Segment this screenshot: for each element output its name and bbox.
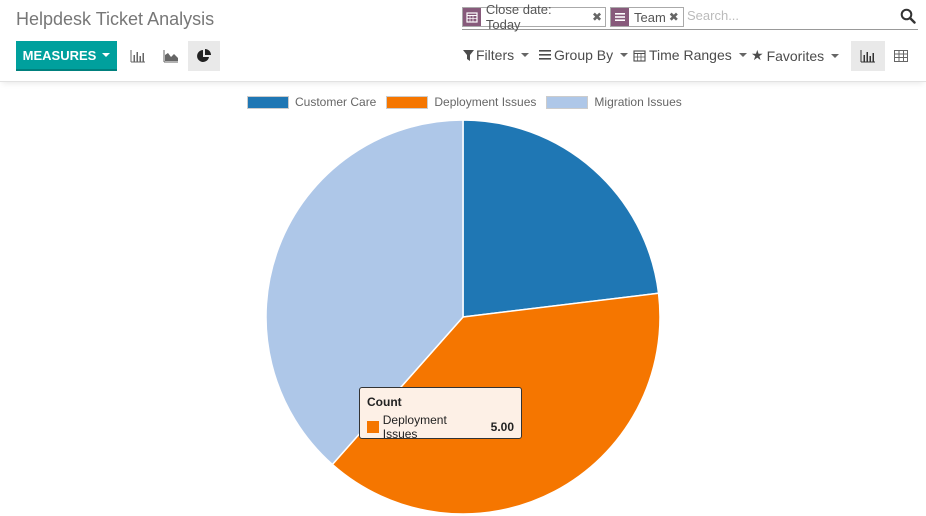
pie-slice-customer-care[interactable]: [462, 119, 660, 318]
tooltip-value: 5.00: [490, 420, 514, 434]
tooltip-label: Deployment Issues: [382, 413, 447, 441]
chart-tooltip: Count Deployment Issues 5.00: [359, 387, 522, 441]
tooltip-swatch: [367, 421, 379, 433]
tooltip-title: Count: [367, 395, 402, 409]
